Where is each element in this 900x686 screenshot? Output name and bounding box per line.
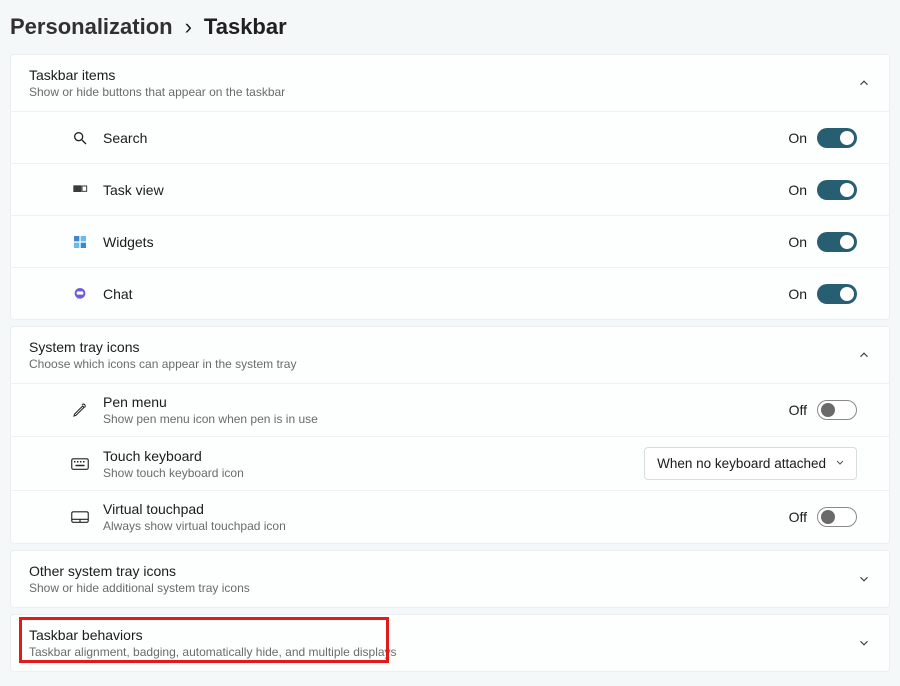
other-tray-subtitle: Show or hide additional system tray icon… [29, 581, 857, 595]
taskbar-item-search-row: Search On [11, 111, 889, 163]
touch-keyboard-select[interactable]: When no keyboard attached [644, 447, 857, 480]
virtual-touchpad-label: Virtual touchpad [103, 501, 789, 517]
virtual-touchpad-sub: Always show virtual touchpad icon [103, 519, 789, 533]
taskbar-item-label: Task view [103, 182, 788, 198]
toggle-state-label: On [788, 182, 807, 198]
chevron-up-icon [857, 348, 871, 362]
breadcrumb-separator: › [185, 14, 192, 40]
chevron-down-icon [834, 456, 846, 471]
system-tray-title: System tray icons [29, 339, 857, 355]
toggle-state-label: Off [789, 509, 807, 525]
taskbar-item-label: Chat [103, 286, 788, 302]
touch-keyboard-sub: Show touch keyboard icon [103, 466, 644, 480]
touch-keyboard-label: Touch keyboard [103, 448, 644, 464]
pen-menu-label: Pen menu [103, 394, 789, 410]
toggle-state-label: Off [789, 402, 807, 418]
widgets-icon [67, 233, 93, 251]
keyboard-icon [67, 455, 93, 473]
chevron-down-icon [857, 636, 871, 650]
taskbar-item-label: Search [103, 130, 788, 146]
toggle-state-label: On [788, 130, 807, 146]
virtual-touchpad-toggle[interactable] [817, 507, 857, 527]
pen-menu-toggle[interactable] [817, 400, 857, 420]
pen-menu-row: Pen menu Show pen menu icon when pen is … [11, 383, 889, 436]
other-tray-card: Other system tray icons Show or hide add… [10, 550, 890, 608]
taskbar-items-header[interactable]: Taskbar items Show or hide buttons that … [11, 55, 889, 111]
taskbar-item-chat-row: Chat On [11, 267, 889, 319]
taskbar-behaviors-subtitle: Taskbar alignment, badging, automaticall… [29, 645, 857, 659]
toggle-state-label: On [788, 234, 807, 250]
chevron-up-icon [857, 76, 871, 90]
system-tray-subtitle: Choose which icons can appear in the sys… [29, 357, 857, 371]
chat-toggle[interactable] [817, 284, 857, 304]
taskbar-items-title: Taskbar items [29, 67, 857, 83]
other-tray-title: Other system tray icons [29, 563, 857, 579]
taskbar-items-card: Taskbar items Show or hide buttons that … [10, 54, 890, 320]
widgets-toggle[interactable] [817, 232, 857, 252]
pen-menu-sub: Show pen menu icon when pen is in use [103, 412, 789, 426]
taskbar-behaviors-card: Taskbar behaviors Taskbar alignment, bad… [10, 614, 890, 672]
breadcrumb: Personalization › Taskbar [10, 10, 890, 54]
taskbar-item-label: Widgets [103, 234, 788, 250]
system-tray-card: System tray icons Choose which icons can… [10, 326, 890, 544]
search-icon [67, 129, 93, 147]
other-tray-header[interactable]: Other system tray icons Show or hide add… [11, 551, 889, 607]
taskbar-item-taskview-row: Task view On [11, 163, 889, 215]
taskview-toggle[interactable] [817, 180, 857, 200]
virtual-touchpad-row: Virtual touchpad Always show virtual tou… [11, 490, 889, 543]
touch-keyboard-select-value: When no keyboard attached [657, 456, 826, 471]
taskview-icon [67, 181, 93, 199]
toggle-state-label: On [788, 286, 807, 302]
system-tray-header[interactable]: System tray icons Choose which icons can… [11, 327, 889, 383]
taskbar-behaviors-title: Taskbar behaviors [29, 627, 857, 643]
taskbar-item-widgets-row: Widgets On [11, 215, 889, 267]
pen-icon [67, 401, 93, 419]
taskbar-behaviors-header[interactable]: Taskbar behaviors Taskbar alignment, bad… [11, 615, 889, 671]
breadcrumb-current: Taskbar [204, 14, 287, 40]
taskbar-items-subtitle: Show or hide buttons that appear on the … [29, 85, 857, 99]
breadcrumb-parent[interactable]: Personalization [10, 14, 173, 40]
chevron-down-icon [857, 572, 871, 586]
chat-icon [67, 285, 93, 303]
touch-keyboard-row: Touch keyboard Show touch keyboard icon … [11, 436, 889, 490]
search-toggle[interactable] [817, 128, 857, 148]
touchpad-icon [67, 508, 93, 526]
